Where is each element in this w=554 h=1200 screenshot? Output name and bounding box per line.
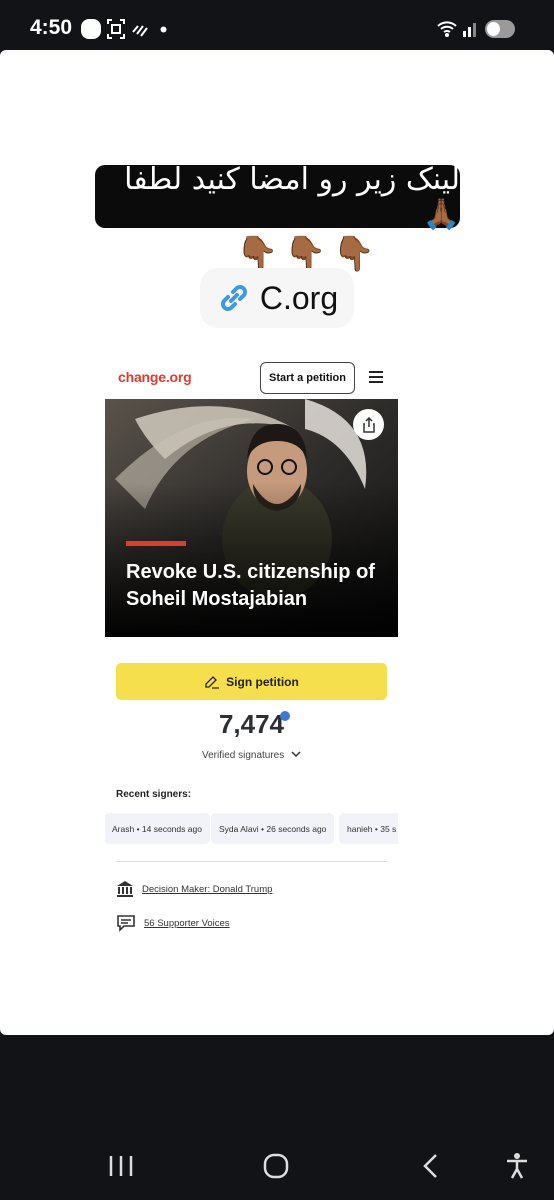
recent-apps-icon[interactable] — [108, 1154, 134, 1178]
petition-header: change.org Start a petition — [105, 355, 398, 399]
petition-preview-card[interactable]: change.org Start a petition Revoke U.S. … — [105, 355, 398, 940]
petition-body: Sign petition 7,474 Verified signatures … — [105, 637, 398, 940]
screenshot-icon — [107, 19, 125, 39]
link-icon — [220, 285, 247, 311]
accent-bar — [126, 541, 186, 546]
story-card: لینک زیر رو امضا کنید لطفاً🙏🏾 👇🏾👇🏾👇🏾 C.o… — [0, 50, 554, 1035]
pen-icon — [205, 675, 220, 689]
petition-hero-image: Revoke U.S. citizenship of Soheil Mostaj… — [105, 399, 398, 637]
share-button[interactable] — [353, 409, 384, 440]
wifi-icon — [437, 21, 457, 37]
verified-signatures-label: Verified signatures — [201, 750, 285, 761]
status-bar: 4:50 — [0, 0, 554, 56]
sign-petition-label: Sign petition — [226, 674, 299, 689]
link-sticker-label: C.org — [259, 279, 339, 316]
hamburger-menu-icon[interactable] — [369, 371, 383, 383]
change-org-logo: change.org — [118, 369, 192, 385]
verified-signatures-toggle[interactable]: Verified signatures — [105, 750, 398, 761]
story-text-banner: لینک زیر رو امضا کنید لطفاً🙏🏾 — [95, 162, 460, 232]
signer-chip: Arash • 14 seconds ago — [105, 813, 210, 844]
link-sticker[interactable]: C.org — [200, 268, 354, 328]
supporter-voices-link[interactable]: 56 Supporter Voices — [144, 918, 230, 929]
signature-count: 7,474 — [218, 709, 285, 739]
accessibility-icon[interactable] — [505, 1152, 529, 1180]
signer-chip: hanieh • 35 s — [339, 813, 398, 844]
petition-title: Revoke U.S. citizenship of Soheil Mostaj… — [126, 561, 375, 610]
supporter-voices-row[interactable]: 56 Supporter Voices — [116, 914, 230, 932]
signal-icon — [463, 23, 476, 37]
recent-signers-heading: Recent signers: — [116, 789, 192, 800]
system-navigation-bar — [0, 1130, 554, 1200]
chevron-down-icon — [291, 751, 301, 758]
recent-signers-list: Arash • 14 seconds ago Syda Alavi • 26 s… — [105, 813, 398, 845]
wifi-calling-icon — [132, 25, 148, 37]
back-icon[interactable] — [420, 1153, 442, 1179]
chat-bubble-icon — [117, 915, 135, 932]
status-time: 4:50 — [30, 16, 73, 39]
government-building-icon — [117, 881, 133, 897]
sign-petition-button[interactable]: Sign petition — [116, 663, 387, 700]
circle-notification-icon — [81, 19, 101, 39]
verified-badge-icon — [280, 711, 290, 721]
notification-dot-icon — [160, 26, 167, 33]
signer-chip: Syda Alavi • 26 seconds ago — [211, 813, 335, 844]
decision-maker-link[interactable]: Decision Maker: Donald Trump — [142, 884, 272, 895]
decision-maker-row[interactable]: Decision Maker: Donald Trump — [116, 880, 272, 898]
share-icon — [362, 416, 375, 433]
battery-icon — [485, 20, 515, 38]
home-icon[interactable] — [263, 1153, 289, 1179]
divider — [116, 861, 387, 862]
start-petition-button[interactable]: Start a petition — [260, 362, 355, 394]
